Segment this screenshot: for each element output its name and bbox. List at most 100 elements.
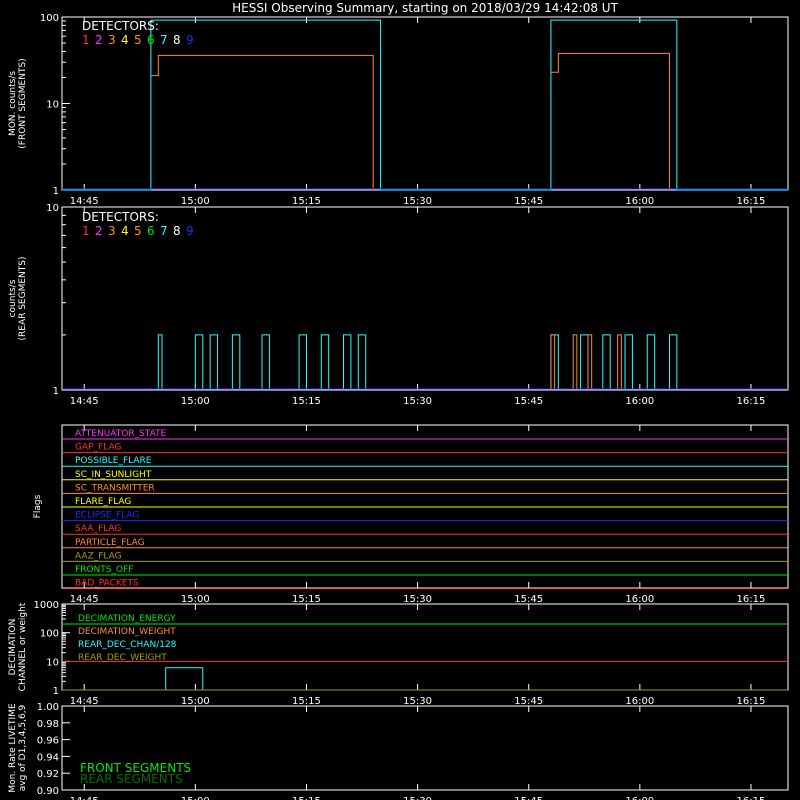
legend-digit: 8 (173, 33, 181, 47)
y-axis-label: CHANNEL or weight (18, 602, 28, 691)
y-axis-label: (REAR SEGMENTS) (18, 256, 28, 340)
legend-digit: 1 (82, 224, 90, 238)
series-pulse (343, 334, 352, 389)
series-pulse (624, 334, 633, 389)
x-tick-label: 15:45 (514, 196, 543, 207)
y-tick-label: 100 (40, 13, 59, 24)
x-tick-label: 16:00 (625, 196, 654, 207)
series-pulse (209, 334, 219, 389)
flag-label: ECLIPSE_FLAG (75, 511, 139, 521)
flag-label: BAD_PACKETS (75, 579, 139, 589)
x-tick-label: 15:30 (403, 594, 432, 605)
series-line (165, 667, 204, 690)
x-tick-label: 14:45 (70, 796, 99, 800)
flag-label: FRONTS_OFF (75, 565, 133, 575)
legend-entry: DECIMATION_ENERGY (78, 614, 176, 624)
x-tick-label: 15:00 (181, 396, 210, 407)
y-tick-label: 0.90 (37, 786, 59, 797)
legend-digit: 2 (95, 33, 103, 47)
observing-summary-chart: HESSI Observing Summary, starting on 201… (8, 1, 789, 800)
series-pulse (550, 334, 556, 389)
legend-digit: 8 (173, 224, 181, 238)
y-axis-label: avg of D1,3,4,5,6,9 (18, 704, 28, 791)
flag-label: POSSIBLE_FLARE (75, 456, 152, 466)
y-axis-label: (FRONT SEGMENTS) (18, 58, 28, 148)
x-tick-label: 15:00 (181, 796, 210, 800)
y-tick-label: 10 (46, 657, 59, 668)
series-pulse (587, 334, 593, 389)
y-tick-label: 1000 (34, 600, 59, 611)
x-tick-label: 15:00 (181, 196, 210, 207)
x-tick-label: 16:15 (737, 196, 766, 207)
legend-digit: 4 (121, 33, 129, 47)
x-tick-label: 15:15 (292, 396, 321, 407)
legend-title: DETECTORS: (82, 210, 159, 224)
series-pulse (320, 334, 330, 389)
legend-entry: DECIMATION_WEIGHT (78, 627, 176, 637)
legend-digit: 9 (186, 224, 194, 238)
series-pulse (298, 334, 307, 389)
x-tick-label: 15:30 (403, 196, 432, 207)
flag-label: PARTICLE_FLAG (75, 538, 145, 548)
flag-label: SAA_FLAG (75, 524, 121, 534)
x-tick-label: 16:15 (737, 594, 766, 605)
x-tick-label: 15:45 (514, 696, 543, 707)
x-tick-label: 14:45 (70, 196, 99, 207)
y-tick-label: 0.96 (37, 736, 59, 747)
legend-entry: REAR SEGMENTS (80, 772, 183, 786)
x-tick-label: 15:15 (292, 796, 321, 800)
series-pulse (646, 334, 656, 389)
y-tick-label: 1 (53, 186, 59, 197)
y-tick-label: 10 (46, 203, 59, 214)
series-pulse (602, 334, 611, 389)
legend-digit: 9 (186, 33, 194, 47)
x-tick-label: 15:15 (292, 696, 321, 707)
series-pulse (194, 334, 204, 389)
x-tick-label: 16:00 (625, 696, 654, 707)
x-tick-label: 16:15 (737, 696, 766, 707)
flag-label: ATTENUATOR_STATE (75, 429, 167, 439)
y-tick-label: 1.00 (37, 702, 59, 713)
legend-digit: 4 (121, 224, 129, 238)
y-tick-label: 10 (46, 100, 59, 111)
x-tick-label: 15:15 (292, 594, 321, 605)
legend-digit: 3 (108, 224, 116, 238)
series-pulse (357, 334, 367, 389)
legend-entry: REAR_DEC_WEIGHT (78, 653, 167, 663)
legend-digit: 5 (134, 33, 142, 47)
y-tick-label: 100 (40, 629, 59, 640)
series-pulse (157, 334, 163, 389)
x-tick-label: 16:15 (737, 796, 766, 800)
x-tick-label: 15:30 (403, 696, 432, 707)
panel-frame (61, 16, 789, 191)
x-tick-label: 15:00 (181, 594, 210, 605)
legend-digit: 2 (95, 224, 103, 238)
chart-title: HESSI Observing Summary, starting on 201… (232, 1, 618, 15)
flag-label: GAP_FLAG (75, 443, 121, 453)
flag-label: SC_TRANSMITTER (75, 483, 155, 493)
x-tick-label: 15:00 (181, 696, 210, 707)
x-tick-label: 16:15 (737, 396, 766, 407)
series-pulse (261, 334, 270, 389)
y-tick-label: 1 (53, 686, 59, 697)
panel-frame (61, 206, 789, 391)
y-axis-label: MON. counts/s (8, 71, 18, 136)
y-axis-label: DECIMATION (8, 619, 18, 676)
y-tick-label: 1 (53, 386, 59, 397)
legend-digit: 6 (147, 33, 155, 47)
series-pulse (580, 334, 589, 389)
series-pulse (668, 334, 678, 389)
legend-digit: 7 (160, 33, 168, 47)
x-tick-label: 14:45 (70, 396, 99, 407)
y-tick-label: 0.92 (37, 769, 59, 780)
x-tick-label: 15:45 (514, 796, 543, 800)
y-axis-label: Mon. Rate LIVETIME (8, 703, 18, 793)
x-tick-label: 15:45 (514, 396, 543, 407)
y-tick-label: 0.98 (37, 719, 59, 730)
x-tick-label: 15:45 (514, 594, 543, 605)
series-pulse (572, 334, 578, 389)
series-pulse (617, 334, 622, 389)
x-tick-label: 16:00 (625, 594, 654, 605)
legend-digit: 6 (147, 224, 155, 238)
x-tick-label: 14:45 (70, 594, 99, 605)
